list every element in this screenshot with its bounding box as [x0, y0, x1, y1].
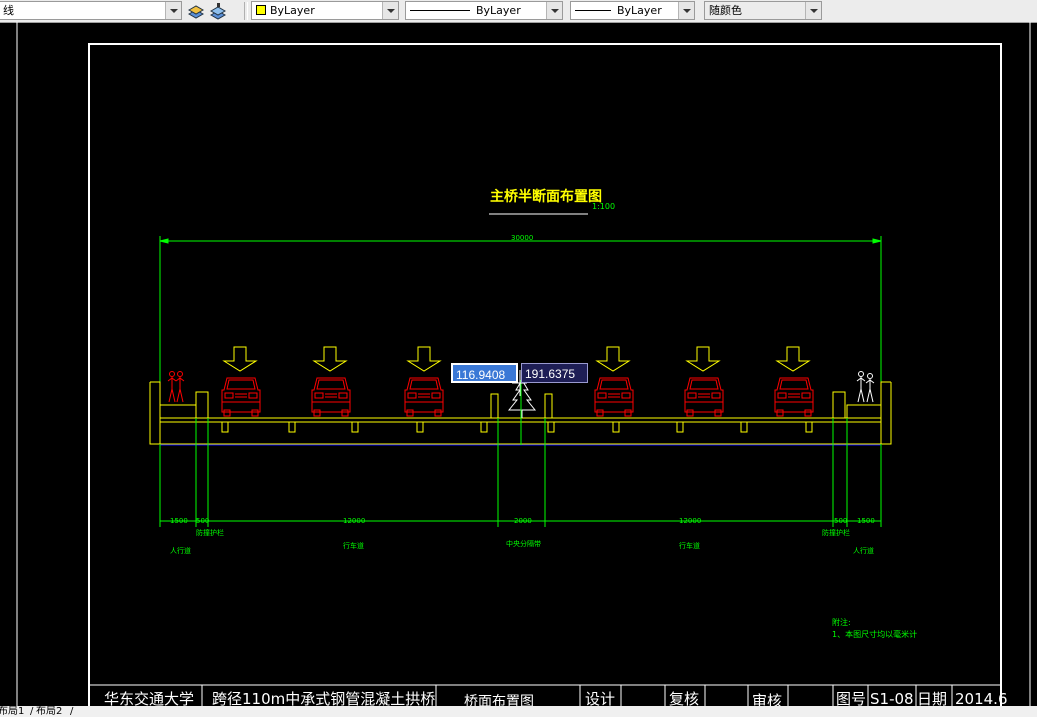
layout-tabs: 布局1 / 布局2 /	[0, 706, 1037, 717]
tab-separator: /	[30, 706, 34, 717]
label-sidewalk-left: 人行道	[170, 546, 191, 555]
deck-ribs	[221, 421, 813, 433]
pedestrians-left	[167, 371, 185, 403]
tab-separator: /	[70, 706, 74, 717]
drawing-scale: 1:100	[592, 202, 615, 211]
dim-lanes-left: 12000	[343, 517, 365, 525]
dynamic-input-x-value: 116.9408	[456, 368, 506, 382]
car-1	[221, 377, 261, 417]
label-median: 中央分隔带	[506, 539, 541, 548]
tab-layout2[interactable]: 布局2	[36, 706, 62, 717]
tab-layout1[interactable]: 布局1	[0, 706, 24, 717]
notes-title: 附注:	[832, 617, 851, 627]
notes-line: 1、本图尺寸均以毫米计	[832, 629, 917, 639]
label-barrier-right: 防撞护栏	[822, 528, 850, 537]
car-2	[311, 377, 351, 417]
median-tree	[507, 379, 537, 418]
car-5	[684, 377, 724, 417]
dim-barrier-right: 500	[834, 517, 847, 525]
overall-dimension-text: 30000	[511, 234, 533, 242]
zone-labels: 防撞护栏 人行道 行车道 中央分隔带 行车道 防撞护栏 人行道	[170, 528, 874, 555]
dim-barrier-left: 500	[196, 517, 209, 525]
dim-lanes-right: 12000	[679, 517, 701, 525]
car-6	[774, 377, 814, 417]
dynamic-input-y-value: 191.6375	[525, 367, 576, 381]
label-lane-right: 行车道	[679, 541, 700, 550]
dim-sidewalk-right: 1500	[857, 517, 875, 525]
dynamic-input-y[interactable]: 191.6375	[521, 363, 588, 383]
drawing-title: 主桥半断面布置图	[490, 188, 602, 205]
label-lane-left: 行车道	[343, 541, 364, 550]
car-4	[594, 377, 634, 417]
drawing-canvas[interactable]: 主桥半断面布置图 1:100 30000 1500 500 12000 2000…	[0, 0, 1037, 717]
dim-sidewalk-left: 1500	[170, 517, 188, 525]
car-3	[404, 377, 444, 417]
label-barrier-left: 防撞护栏	[196, 528, 224, 537]
dynamic-input-x[interactable]: 116.9408	[451, 363, 518, 383]
pedestrians-right	[856, 371, 875, 403]
dim-median: 2000	[514, 517, 532, 525]
label-sidewalk-right: 人行道	[853, 546, 874, 555]
